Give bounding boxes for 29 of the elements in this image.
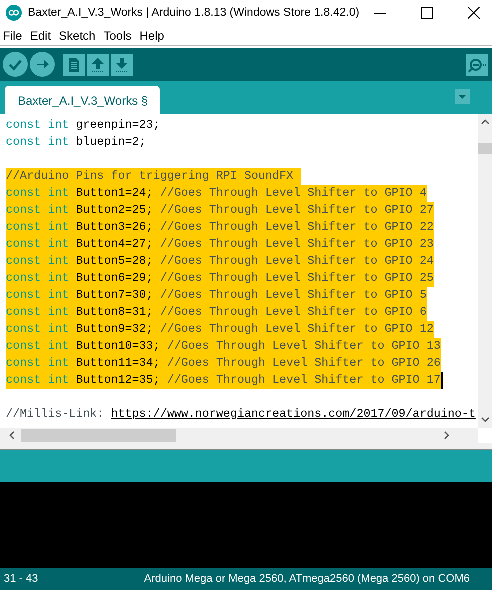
upload-icon[interactable] <box>30 52 55 77</box>
menu-item[interactable]: Edit <box>29 28 58 42</box>
board-info: Arduino Mega or Mega 2560, ATmega2560 (Mega 2560) on COM6 <box>144 573 470 585</box>
maximize-icon[interactable] <box>421 7 433 19</box>
scroll-thumb[interactable] <box>478 143 492 154</box>
code-line: const int bluepin=2; <box>6 134 146 151</box>
code-line: const int greenpin=23; <box>6 117 160 134</box>
file-tab[interactable]: Baxter_A.I_V.3_Works § <box>5 86 160 114</box>
vertical-scrollbar[interactable] <box>478 114 492 428</box>
scroll-up-icon[interactable] <box>480 119 490 125</box>
new-file-icon[interactable] <box>63 54 85 76</box>
cursor-position: 31 - 43 <box>4 573 38 585</box>
menu-item[interactable]: Sketch <box>58 28 103 42</box>
serial-monitor-icon[interactable] <box>466 54 488 76</box>
horizontal-scrollbar[interactable] <box>0 428 478 443</box>
window-title: Baxter_A.I_V.3_Works | Arduino 1.8.13 (Windows Store 1.8.42.0) <box>28 7 360 19</box>
code-line: //Millis-Link: https://www.norwegiancreations.com/2017/09/arduino-t <box>6 406 476 423</box>
splitter-bar[interactable] <box>0 443 492 450</box>
verify-icon[interactable] <box>3 52 28 77</box>
scroll-down-icon[interactable] <box>480 417 490 423</box>
app-logo-icon <box>6 5 22 21</box>
menu-item[interactable]: File <box>2 28 30 42</box>
scroll-left-icon[interactable] <box>9 431 15 440</box>
menu-item[interactable]: Tools <box>102 28 139 42</box>
dropdown-icon[interactable] <box>455 89 470 104</box>
scroll-right-icon[interactable] <box>444 431 450 440</box>
scroll-thumb[interactable] <box>21 429 176 442</box>
menu-item[interactable]: Help <box>138 28 172 42</box>
close-icon[interactable] <box>468 7 480 19</box>
